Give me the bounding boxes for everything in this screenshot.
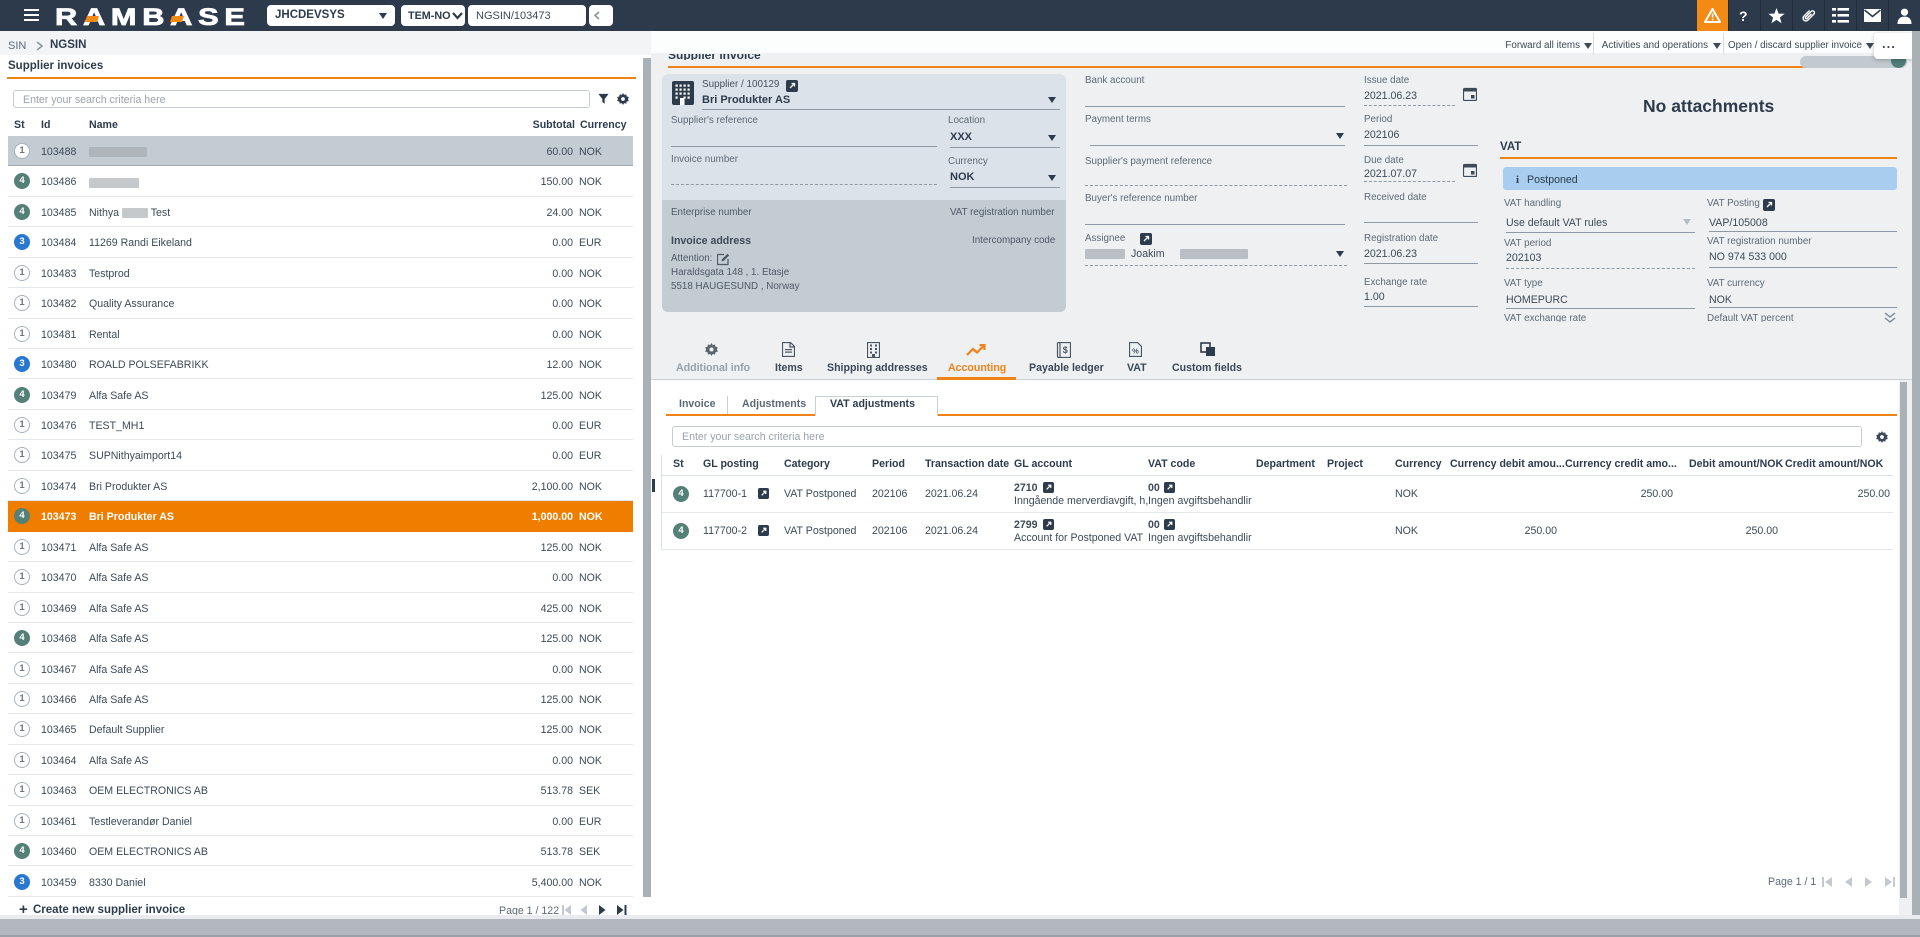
svg-text:%: %: [1132, 347, 1139, 356]
svg-text:$: $: [1063, 345, 1068, 355]
